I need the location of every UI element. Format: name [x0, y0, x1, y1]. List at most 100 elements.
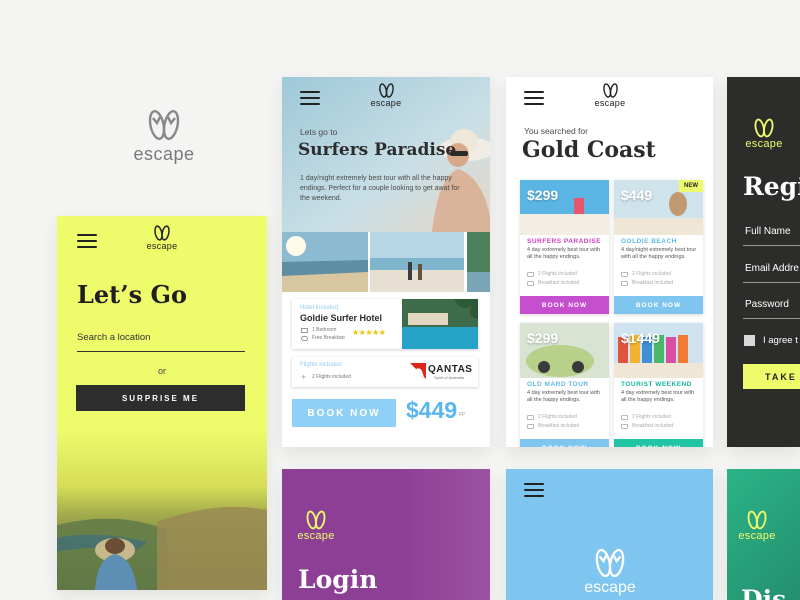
cup-icon	[621, 280, 628, 286]
photo-gallery[interactable]	[282, 232, 490, 292]
header-logo: escape	[737, 509, 777, 542]
surprise-me-button[interactable]: SURPRISE ME	[76, 385, 245, 411]
register-button[interactable]: TAKE M	[743, 364, 800, 389]
splash-wordmark: escape	[584, 579, 636, 596]
field-underline	[743, 245, 800, 246]
new-badge: NEW	[679, 180, 703, 192]
plane-icon	[621, 414, 628, 420]
splash-logo: escape	[582, 547, 638, 597]
cup-icon	[527, 423, 534, 429]
tour-feature: 2 Flights included	[621, 414, 671, 420]
star-rating: ★★★★★	[352, 328, 386, 337]
book-now-button[interactable]: BOOK NOW	[614, 439, 703, 447]
hotel-detail: 1 Bedroom	[312, 327, 337, 333]
plane-icon	[621, 271, 628, 277]
login-background-texture	[402, 469, 490, 600]
green-title: Dis	[741, 585, 787, 600]
page-title: Let’s Go	[77, 280, 187, 309]
password-field[interactable]: Password	[745, 299, 789, 310]
price-suffix: pp	[459, 411, 465, 417]
email-field[interactable]: Email Addre	[745, 263, 799, 274]
menu-icon[interactable]	[77, 234, 97, 248]
flip-flops-icon	[154, 225, 170, 241]
tour-name: TOURIST WEEKEND	[621, 381, 692, 388]
screen-login: escape Login	[282, 469, 490, 600]
hotel-card[interactable]: Hotel included Goldie Surfer Hotel 1 Bed…	[292, 299, 478, 349]
tour-feature-text: Breakfast included	[632, 280, 674, 286]
hero-description: 1 day/night extremely best tour with all…	[300, 175, 460, 202]
screen-lets-go: escape Let’s Go Search a location or SUR…	[57, 216, 267, 590]
flip-flops-icon	[378, 83, 394, 98]
tour-feature-text: 2 Flights included	[632, 414, 671, 420]
screen-register: escape Regis Full Name Email Addre Passw…	[727, 77, 800, 447]
menu-icon[interactable]	[300, 91, 320, 105]
tour-description: 4 day/night extremely best tour with all…	[621, 247, 697, 260]
header-wordmark: escape	[297, 530, 335, 542]
flights-detail: 2 Flights included	[312, 374, 351, 380]
tour-feature: 2 Flights included	[527, 414, 577, 420]
tour-feature: Breakfast included	[527, 280, 579, 286]
search-input[interactable]: Search a location	[77, 332, 245, 352]
breakfast-icon	[301, 336, 308, 341]
book-now-button[interactable]: BOOK NOW	[520, 296, 609, 314]
tour-name: GOLDIE BEACH	[621, 238, 677, 245]
book-now-button[interactable]: BOOK NOW	[520, 439, 609, 447]
header-wordmark: escape	[745, 138, 783, 150]
tour-price: $299	[527, 330, 559, 346]
book-now-button[interactable]: BOOK NOW	[292, 399, 396, 427]
menu-icon[interactable]	[524, 483, 544, 497]
airline-logo: QANTAS Spirit of Australia	[410, 362, 472, 382]
book-now-button[interactable]: BOOK NOW	[614, 296, 703, 314]
gallery-photo[interactable]	[467, 232, 490, 292]
plane-icon	[527, 414, 534, 420]
tour-card[interactable]: $1449 TOURIST WEEKEND 4 day extremely be…	[614, 323, 703, 447]
full-name-field[interactable]: Full Name	[745, 226, 791, 237]
gallery-photo[interactable]	[370, 232, 464, 292]
plane-icon: ✈	[301, 375, 307, 381]
cup-icon	[527, 280, 534, 286]
plane-icon	[527, 271, 534, 277]
tour-feature-text: 2 Flights included	[632, 271, 671, 277]
tour-feature-text: Breakfast included	[632, 423, 674, 429]
tour-card[interactable]: NEW $449 GOLDIE BEACH 4 day/night extrem…	[614, 180, 703, 314]
brand-logo: escape	[132, 108, 196, 165]
hero-kicker: Lets go to	[300, 127, 338, 137]
tour-price: $299	[527, 187, 559, 203]
login-title: Login	[298, 565, 378, 594]
header-logo: escape	[296, 509, 336, 542]
hotel-pool-image	[402, 299, 478, 349]
tour-description: 4 day extremely best tour with all the h…	[621, 390, 695, 403]
header-logo: escape	[594, 82, 626, 108]
tour-feature-text: Breakfast included	[538, 423, 580, 429]
menu-icon[interactable]	[524, 91, 544, 105]
screen-surfers-paradise: escape Lets go to Surfers Paradise 1 day…	[282, 77, 490, 447]
airline-tagline: Spirit of Australia	[434, 375, 465, 380]
bed-icon	[301, 328, 308, 333]
tour-card[interactable]: $299 SURFERS PARADISE 4 day extremely be…	[520, 180, 609, 314]
flip-flops-icon	[754, 118, 774, 138]
tour-name: OLD MARD TOUR	[527, 381, 589, 388]
tour-description: 4 day extremely best tour with all the h…	[527, 390, 601, 403]
search-title: Gold Coast	[522, 137, 656, 163]
airline-name: QANTAS	[428, 364, 473, 375]
flip-flops-icon	[306, 510, 326, 530]
header-wordmark: escape	[370, 98, 402, 108]
gallery-photo[interactable]	[282, 232, 368, 292]
header-wordmark: escape	[594, 98, 626, 108]
tour-feature: 2 Flights included	[621, 271, 671, 277]
price-value: $449	[406, 397, 458, 423]
package-price: $449 pp	[406, 397, 465, 424]
header-wordmark: escape	[738, 530, 776, 542]
cup-icon	[621, 423, 628, 429]
tour-feature-text: Breakfast included	[538, 280, 580, 286]
tour-card[interactable]: $299 OLD MARD TOUR 4 day extremely best …	[520, 323, 609, 447]
screen-splash: escape	[506, 469, 713, 600]
flights-card[interactable]: Flights included ✈ 2 Flights included QA…	[292, 357, 478, 387]
hotel-detail: Free Breakfast	[312, 335, 345, 341]
tour-feature: 2 Flights included	[527, 271, 577, 277]
screen-green: escape Dis	[727, 469, 800, 600]
agree-checkbox[interactable]	[744, 335, 755, 346]
flip-flops-icon	[595, 548, 625, 578]
hero-landscape-image	[57, 430, 267, 590]
tour-name: SURFERS PARADISE	[527, 238, 601, 245]
